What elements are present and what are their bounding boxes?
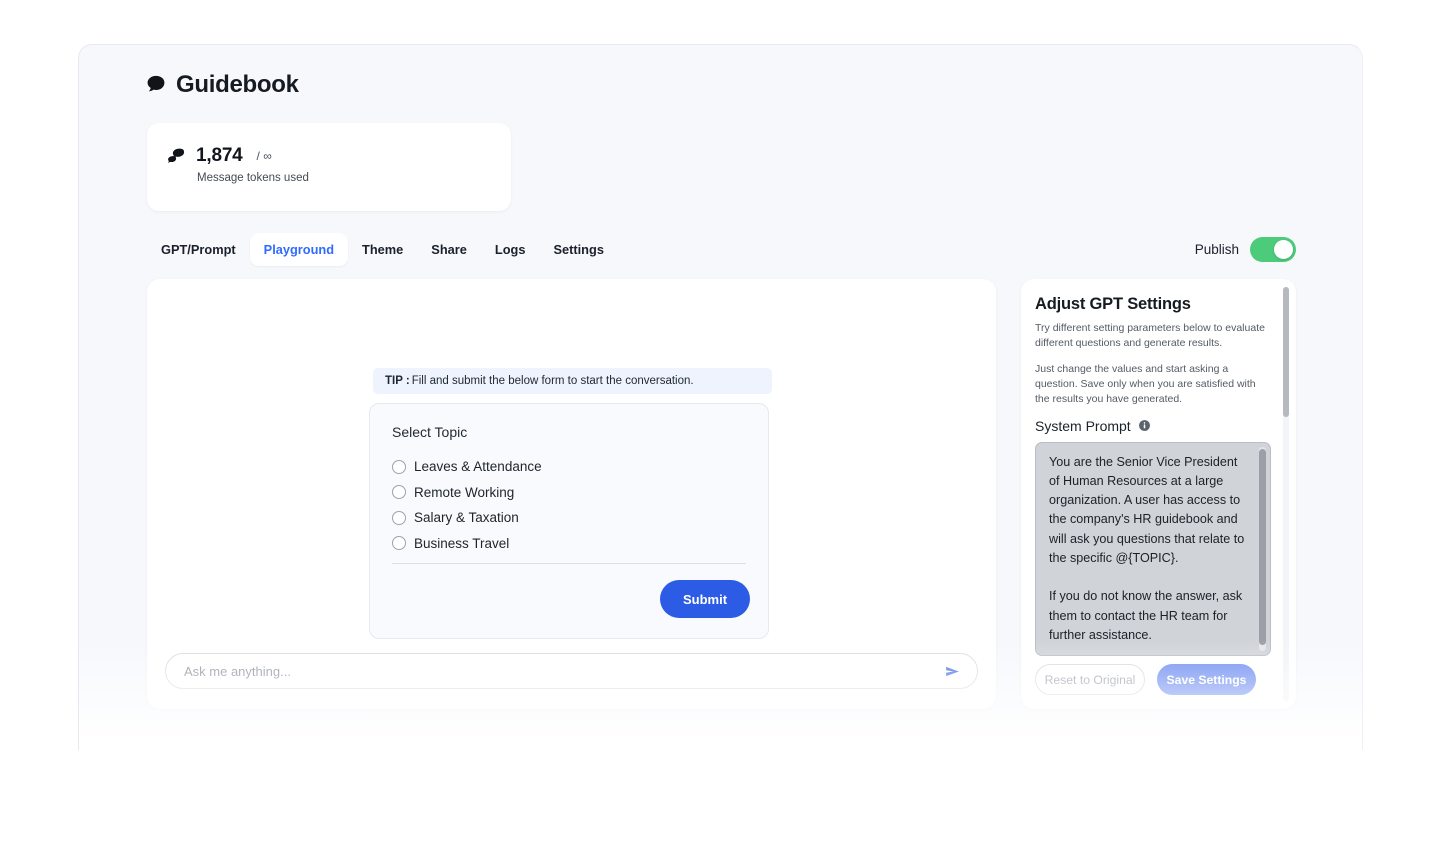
radio-option-remote-working[interactable]: Remote Working — [392, 480, 542, 506]
submit-button[interactable]: Submit — [660, 580, 750, 618]
radio-label: Salary & Taxation — [414, 510, 519, 526]
settings-description-1: Try different setting parameters below t… — [1035, 322, 1265, 349]
gpt-settings-panel: Adjust GPT Settings Try different settin… — [1021, 279, 1296, 709]
radio-label: Business Travel — [414, 535, 510, 551]
topic-radio-group: Leaves & Attendance Remote Working Salar… — [392, 454, 542, 556]
tab-settings[interactable]: Settings — [539, 233, 617, 266]
radio-option-leaves-attendance[interactable]: Leaves & Attendance — [392, 454, 542, 480]
tab-bar: GPT/Prompt Playground Theme Share Logs S… — [147, 230, 1296, 268]
radio-label: Remote Working — [414, 484, 515, 500]
save-settings-button[interactable]: Save Settings — [1157, 664, 1256, 695]
system-prompt-label: System Prompt — [1035, 417, 1131, 434]
playground-panel: TIP : Fill and submit the below form to … — [147, 279, 996, 709]
radio-label: Leaves & Attendance — [414, 459, 542, 475]
radio-option-salary-taxation[interactable]: Salary & Taxation — [392, 505, 542, 531]
chat-input[interactable] — [182, 662, 944, 680]
settings-actions: Reset to Original Save Settings — [1035, 664, 1256, 695]
info-icon[interactable] — [1138, 419, 1151, 432]
radio-option-business-travel[interactable]: Business Travel — [392, 531, 542, 557]
topic-form: Select Topic Leaves & Attendance Remote … — [369, 403, 769, 639]
radio-circle-icon — [392, 459, 406, 474]
tab-logs[interactable]: Logs — [481, 233, 540, 266]
settings-title: Adjust GPT Settings — [1035, 295, 1191, 313]
radio-circle-icon — [392, 536, 406, 551]
system-prompt-value: You are the Senior Vice President of Hum… — [1049, 454, 1245, 642]
panel-scrollbar-thumb[interactable] — [1283, 287, 1289, 417]
dual-chat-bubble-icon — [167, 148, 185, 163]
page-title: Guidebook — [176, 71, 299, 98]
tip-text: Fill and submit the below form to start … — [411, 375, 694, 387]
radio-circle-icon — [392, 485, 406, 500]
token-count: 1,874 — [196, 145, 243, 166]
form-title: Select Topic — [392, 424, 468, 440]
tab-share[interactable]: Share — [417, 233, 481, 266]
token-limit: / ∞ — [256, 149, 272, 163]
send-paper-plane-icon[interactable] — [944, 663, 961, 680]
radio-circle-icon — [392, 510, 406, 525]
publish-label: Publish — [1194, 241, 1239, 257]
form-divider — [392, 563, 746, 564]
token-count-row: 1,874 / ∞ — [167, 145, 272, 167]
settings-description-2: Just change the values and start asking … — [1035, 362, 1256, 405]
publish-toggle[interactable] — [1250, 236, 1296, 262]
publish-control: Publish — [1194, 236, 1296, 262]
system-prompt-label-row: System Prompt — [1035, 418, 1272, 434]
chat-bubble-icon — [147, 75, 165, 92]
tip-banner: TIP : Fill and submit the below form to … — [373, 368, 772, 394]
reset-to-original-button[interactable]: Reset to Original — [1035, 664, 1145, 695]
chat-input-bar — [165, 653, 978, 689]
system-prompt-textarea[interactable]: You are the Senior Vice President of Hum… — [1035, 441, 1271, 656]
token-usage-card: 1,874 / ∞ Message tokens used — [147, 123, 511, 211]
tip-prefix: TIP : — [385, 375, 410, 387]
settings-content: Adjust GPT Settings Try different settin… — [1035, 295, 1272, 656]
toggle-knob — [1274, 239, 1293, 259]
tab-playground[interactable]: Playground — [249, 232, 349, 266]
brand: Guidebook — [145, 71, 299, 99]
textarea-scrollbar-thumb[interactable] — [1259, 448, 1266, 645]
token-usage-label: Message tokens used — [197, 172, 309, 184]
tab-gpt-prompt[interactable]: GPT/Prompt — [147, 233, 250, 266]
tab-theme[interactable]: Theme — [348, 233, 417, 266]
app-frame: Guidebook 1,874 / ∞ Message tokens used … — [78, 44, 1363, 750]
